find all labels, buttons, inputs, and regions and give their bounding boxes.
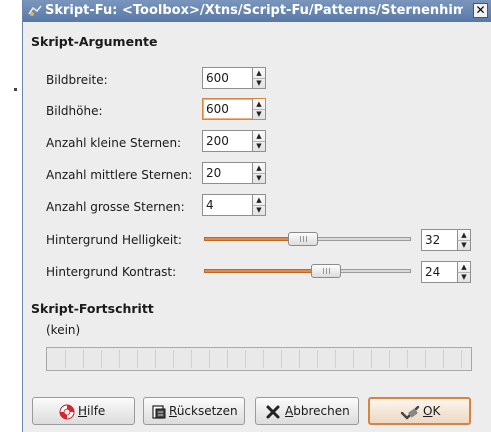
image-width-spin-buttons[interactable]: ▲ ▼ bbox=[252, 68, 265, 88]
progress-cell-divider bbox=[227, 350, 228, 368]
slider-handle[interactable] bbox=[311, 264, 341, 278]
progress-cell-divider bbox=[83, 350, 84, 368]
background-brightness-slider[interactable] bbox=[204, 232, 411, 246]
progress-cell-divider bbox=[155, 350, 156, 368]
grip-line bbox=[329, 268, 330, 274]
progress-cell-divider bbox=[461, 350, 462, 368]
progress-cell-divider bbox=[209, 350, 210, 368]
progress-cell-divider bbox=[299, 350, 300, 368]
background-dot bbox=[14, 88, 17, 91]
grip-line bbox=[323, 268, 324, 274]
title-bar[interactable]: Skript-Fu: <Toolbox>/Xtns/Script-Fu/Patt… bbox=[23, 0, 491, 22]
spin-down-arrow-icon[interactable]: ▼ bbox=[253, 205, 265, 215]
image-height-spin-buttons[interactable]: ▲ ▼ bbox=[252, 99, 265, 119]
slider-handle[interactable] bbox=[288, 232, 318, 246]
medium-stars-value[interactable]: 20 bbox=[206, 166, 221, 180]
small-stars-spinbox[interactable]: 200 ▲ ▼ bbox=[202, 130, 266, 152]
label-background-brightness: Hintergrund Helligkeit: bbox=[46, 233, 182, 247]
progress-cell-divider bbox=[173, 350, 174, 368]
progress-status-text: (kein) bbox=[46, 323, 81, 337]
help-button-label: Hilfe bbox=[78, 404, 106, 418]
slider-fill bbox=[204, 269, 326, 273]
grip-line bbox=[303, 236, 304, 242]
medium-stars-spinbox[interactable]: 20 ▲ ▼ bbox=[202, 162, 266, 184]
large-stars-spinbox[interactable]: 4 ▲ ▼ bbox=[202, 194, 266, 216]
spin-down-arrow-icon[interactable]: ▼ bbox=[253, 78, 265, 88]
background-brightness-value[interactable]: 32 bbox=[425, 233, 440, 247]
small-stars-spin-buttons[interactable]: ▲ ▼ bbox=[252, 131, 265, 151]
label-small-stars: Anzahl kleine Sternen: bbox=[46, 136, 182, 150]
progress-cell-divider bbox=[371, 350, 372, 368]
small-stars-value[interactable]: 200 bbox=[206, 134, 229, 148]
progress-cell-divider bbox=[353, 350, 354, 368]
cancel-x-icon bbox=[266, 405, 280, 419]
contrast-spin-buttons[interactable]: ▲ ▼ bbox=[457, 262, 470, 282]
progress-cell-divider bbox=[65, 350, 66, 368]
image-height-value[interactable]: 600 bbox=[206, 102, 229, 116]
progress-cell-divider bbox=[191, 350, 192, 368]
spin-down-arrow-icon[interactable]: ▼ bbox=[458, 272, 470, 282]
progress-cell-divider bbox=[119, 350, 120, 368]
spin-down-arrow-icon[interactable]: ▼ bbox=[253, 109, 265, 119]
ok-button[interactable]: OK bbox=[368, 397, 471, 425]
close-icon[interactable]: ✕ bbox=[473, 3, 488, 18]
medium-stars-spin-buttons[interactable]: ▲ ▼ bbox=[252, 163, 265, 183]
window-title: Skript-Fu: <Toolbox>/Xtns/Script-Fu/Patt… bbox=[45, 3, 463, 18]
section-title-progress: Skript-Fortschritt bbox=[31, 301, 154, 316]
ok-button-label: OK bbox=[423, 404, 441, 418]
background-left-strip bbox=[0, 0, 22, 432]
background-brightness-spinbox[interactable]: 32 ▲ ▼ bbox=[421, 229, 471, 251]
spin-down-arrow-icon[interactable]: ▼ bbox=[253, 173, 265, 183]
reset-button-label: Rücksetzen bbox=[169, 404, 238, 418]
background-contrast-slider[interactable] bbox=[204, 264, 411, 278]
progress-cell-divider bbox=[101, 350, 102, 368]
label-image-height: Bildhöhe: bbox=[46, 104, 103, 118]
reset-icon bbox=[152, 405, 166, 419]
app-icon bbox=[28, 5, 42, 16]
background-contrast-spinbox[interactable]: 24 ▲ ▼ bbox=[421, 261, 471, 283]
progress-cell-divider bbox=[245, 350, 246, 368]
label-background-contrast: Hintergrund Kontrast: bbox=[46, 265, 177, 279]
progress-cell-divider bbox=[389, 350, 390, 368]
progress-cell-divider bbox=[263, 350, 264, 368]
grip-line bbox=[326, 268, 327, 274]
progress-cell-divider bbox=[335, 350, 336, 368]
spin-down-arrow-icon[interactable]: ▼ bbox=[253, 141, 265, 151]
label-large-stars: Anzahl grosse Sternen: bbox=[46, 200, 185, 214]
progress-cell-divider bbox=[425, 350, 426, 368]
cancel-button[interactable]: Abbrechen bbox=[255, 397, 359, 425]
progress-cell-divider bbox=[407, 350, 408, 368]
progress-bar bbox=[46, 347, 472, 371]
image-width-value[interactable]: 600 bbox=[206, 71, 229, 85]
image-width-spinbox[interactable]: 600 ▲ ▼ bbox=[202, 67, 266, 89]
image-height-spinbox[interactable]: 600 ▲ ▼ bbox=[202, 98, 266, 120]
background-contrast-value[interactable]: 24 bbox=[425, 265, 440, 279]
large-stars-value[interactable]: 4 bbox=[206, 198, 214, 212]
large-stars-spin-buttons[interactable]: ▲ ▼ bbox=[252, 195, 265, 215]
help-button[interactable]: Hilfe bbox=[32, 397, 135, 425]
script-fu-dialog: Skript-Fu: <Toolbox>/Xtns/Script-Fu/Patt… bbox=[22, 0, 491, 432]
spin-down-arrow-icon[interactable]: ▼ bbox=[458, 240, 470, 250]
brightness-spin-buttons[interactable]: ▲ ▼ bbox=[457, 230, 470, 250]
ok-check-icon bbox=[400, 405, 420, 420]
progress-cell-divider bbox=[317, 350, 318, 368]
label-medium-stars: Anzahl mittlere Sternen: bbox=[46, 168, 193, 182]
progress-cell-divider bbox=[137, 350, 138, 368]
cancel-button-label: Abbrechen bbox=[285, 404, 350, 418]
section-title-arguments: Skript-Argumente bbox=[31, 34, 158, 49]
grip-line bbox=[306, 236, 307, 242]
label-image-width: Bildbreite: bbox=[46, 73, 108, 87]
help-lifebuoy-icon bbox=[59, 404, 75, 420]
progress-cell-divider bbox=[443, 350, 444, 368]
reset-button[interactable]: Rücksetzen bbox=[143, 397, 245, 425]
progress-cell-divider bbox=[281, 350, 282, 368]
grip-line bbox=[300, 236, 301, 242]
